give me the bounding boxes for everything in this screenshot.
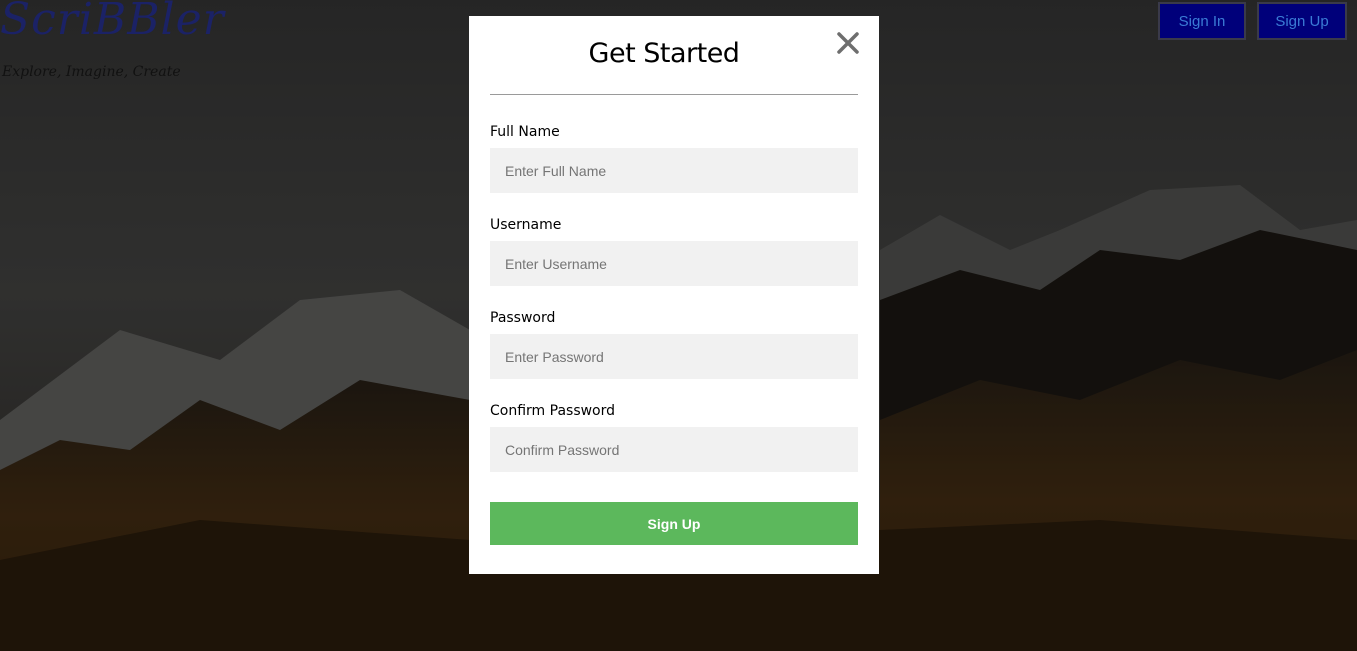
- confirm-password-label: Confirm Password: [490, 403, 616, 419]
- page: ScriBBler Explore, Imagine, Create Sign …: [0, 0, 1357, 651]
- password-label: Password: [490, 310, 556, 326]
- brand-logo[interactable]: ScriBBler: [0, 0, 225, 45]
- username-label: Username: [490, 217, 562, 233]
- password-input[interactable]: [490, 334, 858, 379]
- sign-up-nav-button[interactable]: Sign Up: [1257, 2, 1347, 40]
- full-name-label: Full Name: [490, 124, 560, 140]
- sign-in-button[interactable]: Sign In: [1158, 2, 1246, 40]
- sign-up-submit-button[interactable]: Sign Up: [490, 502, 858, 545]
- title-divider: [490, 94, 858, 95]
- full-name-input[interactable]: [490, 148, 858, 193]
- close-icon[interactable]: [835, 30, 861, 56]
- confirm-password-input[interactable]: [490, 427, 858, 472]
- brand-tagline: Explore, Imagine, Create: [2, 64, 181, 80]
- signup-modal: Get Started Full Name Username Password …: [469, 16, 879, 574]
- username-input[interactable]: [490, 241, 858, 286]
- modal-title: Get Started: [588, 38, 740, 69]
